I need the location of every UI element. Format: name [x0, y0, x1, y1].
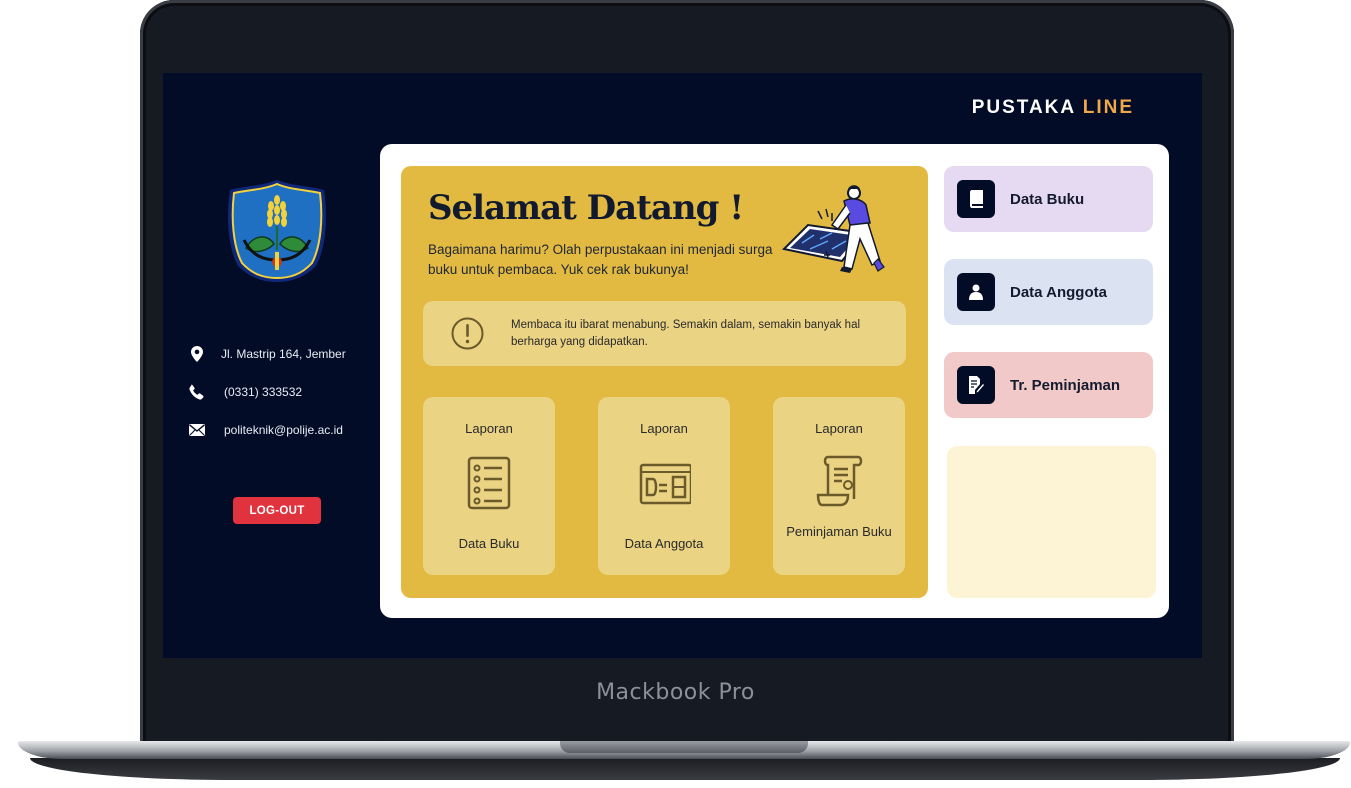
brand-accent: LINE [1082, 97, 1134, 118]
exclamation-circle-icon [451, 317, 484, 350]
contact-email: politeknik@polije.ac.id [188, 421, 343, 439]
menu-label: Data Anggota [1010, 283, 1107, 301]
brand-name: PUSTAKA [971, 97, 1076, 118]
welcome-subtitle: Bagaimana harimu? Olah perpustakaan ini … [428, 242, 773, 277]
app-brand: PUSTAKA LINE [900, 97, 1134, 119]
book-icon [957, 180, 995, 218]
report-card-title: Laporan [465, 421, 513, 436]
report-card-label: Data Anggota [624, 536, 704, 551]
book-list-icon [467, 456, 511, 510]
menu-tr-peminjaman[interactable]: Tr. Peminjaman [944, 352, 1153, 418]
logout-button[interactable]: LOG-OUT [233, 497, 321, 524]
menu-data-buku[interactable]: Data Buku [944, 166, 1153, 232]
device-label: Mackbook Pro [596, 680, 755, 705]
scroll-receipt-icon [816, 455, 863, 507]
librarian-illustration [781, 185, 885, 273]
id-card-icon [639, 463, 691, 505]
welcome-title: Selamat Datang ! [428, 188, 744, 228]
contact-phone: (0331) 333532 [188, 383, 302, 401]
user-icon [957, 273, 995, 311]
contact-address-text: Jl. Mastrip 164, Jember [221, 347, 346, 361]
report-card-buku[interactable]: Laporan Data Buku [423, 397, 555, 575]
report-card-peminjaman[interactable]: Laporan Peminjaman Buku [773, 397, 905, 575]
report-card-title: Laporan [815, 421, 863, 436]
info-panel [947, 446, 1156, 598]
menu-label: Tr. Peminjaman [1010, 376, 1121, 394]
menu-data-anggota[interactable]: Data Anggota [944, 259, 1153, 325]
menu-label: Data Buku [1010, 190, 1085, 208]
report-card-label: Peminjaman Buku [786, 524, 892, 539]
contact-email-text: politeknik@polije.ac.id [224, 423, 343, 437]
laptop-base-shadow [30, 758, 1340, 780]
report-card-label: Data Buku [458, 536, 520, 551]
mail-icon [188, 421, 206, 439]
polije-logo [228, 180, 326, 282]
quote-text: Membaca itu ibarat menabung. Semakin dal… [511, 319, 861, 348]
location-pin-icon [188, 345, 206, 363]
edit-document-icon [957, 366, 995, 404]
phone-icon [188, 383, 206, 401]
report-card-title: Laporan [640, 421, 688, 436]
contact-phone-text: (0331) 333532 [224, 385, 303, 399]
report-card-anggota[interactable]: Laporan Data Anggota [598, 397, 730, 575]
laptop-notch [560, 741, 808, 753]
contact-address: Jl. Mastrip 164, Jember [188, 345, 346, 363]
